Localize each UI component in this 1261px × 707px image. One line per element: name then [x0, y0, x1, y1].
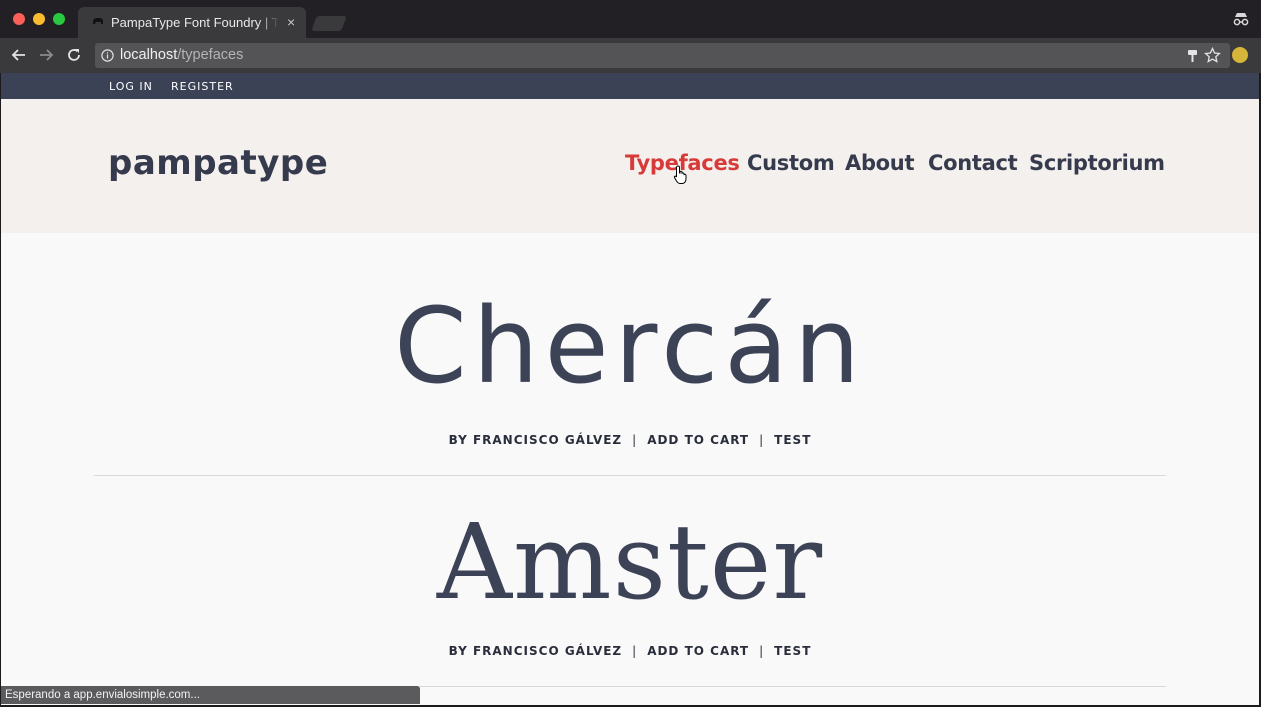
login-link[interactable]: LOG IN [109, 80, 153, 93]
favicon-icon [93, 18, 103, 24]
author-link[interactable]: BY FRANCISCO GÁLVEZ [449, 433, 623, 447]
test-link[interactable]: TEST [774, 644, 811, 658]
add-to-cart-link[interactable]: ADD TO CART [647, 433, 749, 447]
info-icon[interactable] [101, 49, 114, 62]
typeface-name[interactable]: Amster [1, 501, 1259, 623]
divider [94, 475, 1166, 476]
back-arrow-icon[interactable] [10, 46, 28, 64]
url-text: localhost/typefaces [120, 47, 243, 63]
hand-cursor-icon [673, 165, 687, 184]
add-to-cart-link[interactable]: ADD TO CART [647, 644, 749, 658]
browser-titlebar: PampaType Font Foundry | Ty × [0, 0, 1261, 38]
browser-tab[interactable]: PampaType Font Foundry | Ty × [78, 7, 306, 38]
nav-about[interactable]: About [845, 151, 915, 175]
address-bar[interactable]: localhost/typefaces [95, 43, 1230, 68]
new-tab-button[interactable] [311, 16, 347, 31]
url-host: localhost [120, 47, 178, 63]
reload-icon[interactable] [65, 46, 83, 64]
separator: | [632, 644, 638, 658]
separator: | [632, 433, 638, 447]
browser-status-bar: Esperando a app.envialosimple.com... [1, 686, 420, 704]
close-window-button[interactable] [13, 13, 25, 25]
author-link[interactable]: BY FRANCISCO GÁLVEZ [449, 644, 623, 658]
nav-scriptorium[interactable]: Scriptorium [1029, 151, 1165, 175]
typeface-meta: BY FRANCISCO GÁLVEZ | ADD TO CART | TEST [1, 644, 1259, 658]
separator: | [759, 433, 765, 447]
incognito-icon [1233, 13, 1249, 26]
site-logo[interactable]: pampatype [108, 143, 328, 183]
forward-arrow-icon[interactable] [37, 46, 55, 64]
url-path: /typefaces [177, 47, 244, 63]
typeface-name[interactable]: Chercán [1, 285, 1259, 407]
minimize-window-button[interactable] [33, 13, 45, 25]
browser-toolbar: localhost/typefaces [0, 38, 1261, 73]
test-link[interactable]: TEST [774, 433, 811, 447]
separator: | [759, 644, 765, 658]
page-viewport: LOG IN REGISTER pampatype Typefaces Cust… [1, 73, 1259, 705]
nav-contact[interactable]: Contact [928, 151, 1018, 175]
typeface-meta: BY FRANCISCO GÁLVEZ | ADD TO CART | TEST [1, 433, 1259, 447]
account-bar: LOG IN REGISTER [1, 73, 1259, 99]
tab-close-icon[interactable]: × [287, 14, 295, 30]
nav-custom[interactable]: Custom [747, 151, 835, 175]
key-icon[interactable] [1187, 49, 1198, 63]
site-header: pampatype Typefaces Custom About Contact… [1, 99, 1259, 233]
extension-icon[interactable] [1232, 47, 1248, 63]
bookmark-star-icon[interactable] [1204, 47, 1221, 64]
register-link[interactable]: REGISTER [171, 80, 234, 93]
tab-title: PampaType Font Foundry | Ty [111, 15, 279, 30]
maximize-window-button[interactable] [53, 13, 65, 25]
